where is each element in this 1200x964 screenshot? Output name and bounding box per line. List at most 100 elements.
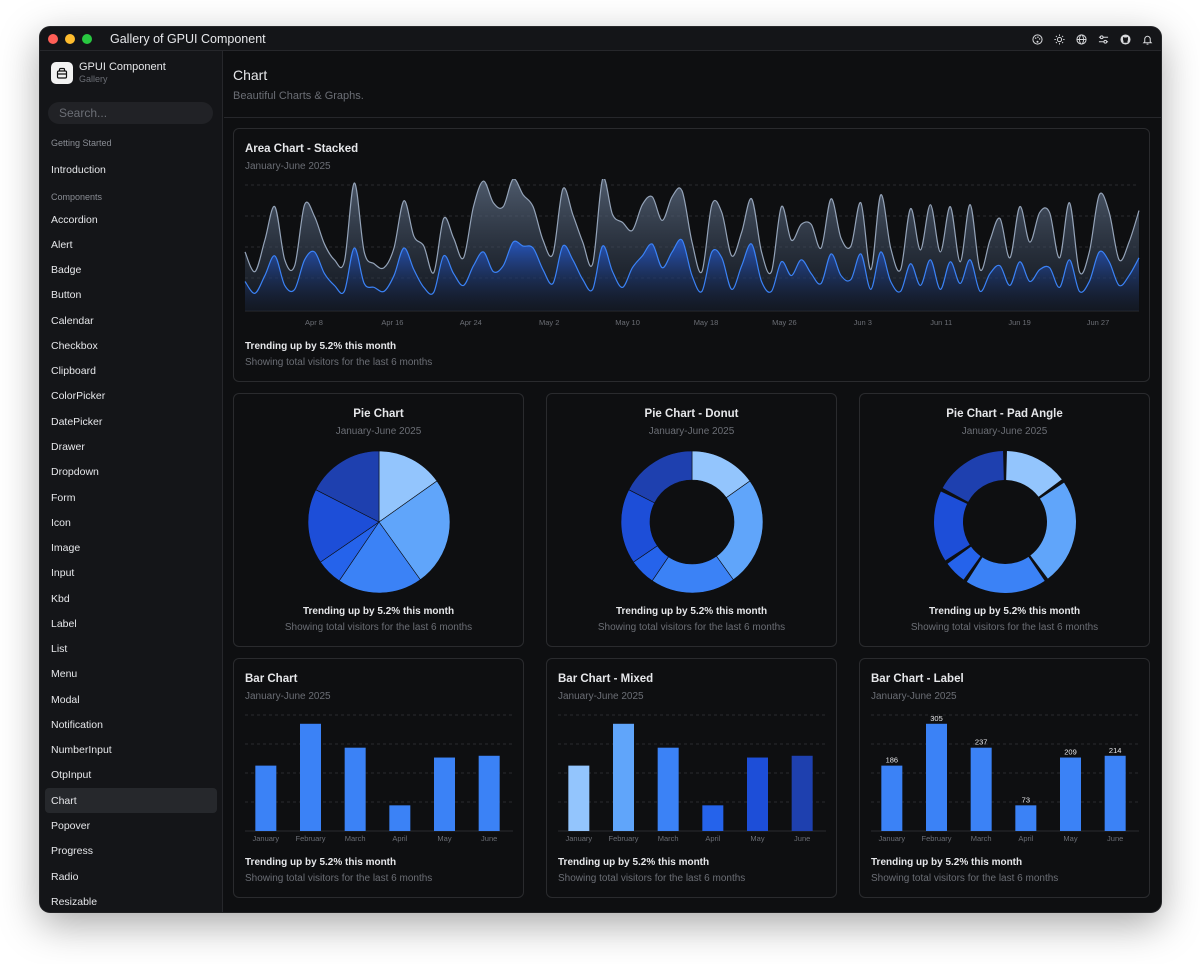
sidebar-item-menu[interactable]: Menu xyxy=(45,662,217,687)
card-subtitle: January-June 2025 xyxy=(648,426,735,437)
sidebar-item-icon[interactable]: Icon xyxy=(45,510,217,535)
card-title: Pie Chart - Pad Angle xyxy=(946,408,1063,420)
sidebar-item-notification[interactable]: Notification xyxy=(45,712,217,737)
x-tick-label: May 26 xyxy=(772,318,797,327)
bar-june xyxy=(478,755,500,831)
pie-chart-card: Pie Chart January-June 2025 Trending up … xyxy=(233,393,524,647)
card-subtitle: January-June 2025 xyxy=(871,691,957,702)
data-label: 305 xyxy=(930,714,943,723)
sidebar-item-list[interactable]: List xyxy=(45,637,217,662)
bar-label-chart: January 186 February 305 March 237 April 73 May 2… xyxy=(871,714,1139,843)
card-footer-note: Showing total visitors for the last 6 mo… xyxy=(245,873,433,884)
x-tick-label: April xyxy=(1018,834,1033,843)
sidebar-item-accordion[interactable]: Accordion xyxy=(45,207,217,232)
zoom-button[interactable] xyxy=(82,33,92,44)
x-tick-label: February xyxy=(921,834,951,843)
card-footer-note: Showing total visitors for the last 6 mo… xyxy=(245,357,433,368)
app-window: Gallery of GPUI Component GPUI Component… xyxy=(40,27,1161,912)
data-label: 209 xyxy=(1064,748,1077,757)
donut-chart xyxy=(620,450,764,594)
bar-label-chart-card: Bar Chart - Label January-June 2025 Janu… xyxy=(859,658,1150,898)
data-label: 73 xyxy=(1022,795,1030,804)
card-subtitle: January-June 2025 xyxy=(961,426,1048,437)
sidebar: GPUI Component Gallery Getting Started I… xyxy=(40,51,223,912)
card-footer-trend: Trending up by 5.2% this month xyxy=(928,606,1081,617)
sidebar-item-alert[interactable]: Alert xyxy=(45,232,217,257)
pie-chart xyxy=(307,450,451,594)
bar-april xyxy=(1015,805,1037,831)
app-logo xyxy=(51,62,73,84)
bar-mixed-chart: January February March April May June xyxy=(558,714,826,843)
bar-chart-card: Bar Chart January-June 2025 January Febru… xyxy=(233,658,524,898)
sidebar-item-clipboard[interactable]: Clipboard xyxy=(45,359,217,384)
bar-april xyxy=(389,805,411,831)
sidebar-item-badge[interactable]: Badge xyxy=(45,258,217,283)
page-header: Chart Beautiful Charts & Graphs. xyxy=(224,51,1161,118)
brand: GPUI Component Gallery xyxy=(51,61,166,85)
x-tick-label: Jun 27 xyxy=(1087,318,1110,327)
x-tick-label: Apr 24 xyxy=(460,318,482,327)
sidebar-item-image[interactable]: Image xyxy=(45,535,217,560)
sidebar-item-label[interactable]: Label xyxy=(45,611,217,636)
close-button[interactable] xyxy=(48,33,58,44)
sidebar-item-colorpicker[interactable]: ColorPicker xyxy=(45,384,217,409)
data-label: 186 xyxy=(886,756,899,765)
sidebar-item-radio[interactable]: Radio xyxy=(45,864,217,889)
bar-chart: January February March April May June xyxy=(245,714,513,843)
x-tick-label: February xyxy=(608,834,638,843)
card-footer-trend: Trending up by 5.2% this month xyxy=(615,606,768,617)
x-tick-label: March xyxy=(658,834,679,843)
x-tick-label: March xyxy=(971,834,992,843)
card-subtitle: January-June 2025 xyxy=(245,691,331,702)
bar-february xyxy=(926,723,947,831)
card-footer-note: Showing total visitors for the last 6 mo… xyxy=(558,873,746,884)
search-input[interactable] xyxy=(59,106,213,120)
sidebar-item-modal[interactable]: Modal xyxy=(45,687,217,712)
area-chart: Apr 8 Apr 16 Apr 24 May 2 May 10 May 18 May 26… xyxy=(244,179,1140,327)
card-footer-trend: Trending up by 5.2% this month xyxy=(871,857,1023,868)
sidebar-item-numberinput[interactable]: NumberInput xyxy=(45,738,217,763)
sidebar-item-progress[interactable]: Progress xyxy=(45,839,217,864)
sun-icon[interactable] xyxy=(1051,31,1067,47)
sidebar-item-drawer[interactable]: Drawer xyxy=(45,434,217,459)
bar-january xyxy=(255,765,277,831)
card-title: Bar Chart xyxy=(245,673,298,685)
x-tick-label: February xyxy=(295,834,325,843)
bell-icon[interactable] xyxy=(1139,31,1155,47)
bar-february xyxy=(613,723,634,831)
sliders-icon[interactable] xyxy=(1095,31,1111,47)
palette-icon[interactable] xyxy=(1029,31,1045,47)
sidebar-item-checkbox[interactable]: Checkbox xyxy=(45,333,217,358)
sidebar-item-datepicker[interactable]: DatePicker xyxy=(45,409,217,434)
pie-slice-february xyxy=(716,480,764,581)
minimize-button[interactable] xyxy=(65,33,75,44)
sidebar-item-kbd[interactable]: Kbd xyxy=(45,586,217,611)
main-content: Chart Beautiful Charts & Graphs. Area Ch… xyxy=(224,51,1161,912)
x-tick-label: Apr 16 xyxy=(381,318,403,327)
sidebar-item-dropdown[interactable]: Dropdown xyxy=(45,460,217,485)
x-tick-label: May xyxy=(750,834,764,843)
bar-january xyxy=(881,765,903,831)
sidebar-item-form[interactable]: Form xyxy=(45,485,217,510)
sidebar-item-otpinput[interactable]: OtpInput xyxy=(45,763,217,788)
sidebar-item-button[interactable]: Button xyxy=(45,283,217,308)
sidebar-item-popover[interactable]: Popover xyxy=(45,813,217,838)
x-tick-label: April xyxy=(392,834,407,843)
sidebar-item-chart[interactable]: Chart xyxy=(45,788,217,814)
sidebar-item-input[interactable]: Input xyxy=(45,561,217,586)
github-icon[interactable] xyxy=(1117,31,1133,47)
bar-mixed-chart-card: Bar Chart - Mixed January-June 2025 Janu… xyxy=(546,658,837,898)
sidebar-item-resizable[interactable]: Resizable xyxy=(45,889,217,912)
card-title: Bar Chart - Mixed xyxy=(558,673,654,685)
card-subtitle: January-June 2025 xyxy=(558,691,644,702)
sidebar-item-introduction[interactable]: Introduction xyxy=(45,157,217,182)
x-tick-label: March xyxy=(345,834,366,843)
globe-icon[interactable] xyxy=(1073,31,1089,47)
sidebar-item-calendar[interactable]: Calendar xyxy=(45,308,217,333)
card-footer-note: Showing total visitors for the last 6 mo… xyxy=(910,622,1099,633)
x-tick-label: May 18 xyxy=(694,318,719,327)
pie-slice-may xyxy=(934,491,970,561)
x-tick-label: June xyxy=(1107,834,1123,843)
page-description: Beautiful Charts & Graphs. xyxy=(233,90,364,102)
search-box[interactable] xyxy=(48,102,213,124)
